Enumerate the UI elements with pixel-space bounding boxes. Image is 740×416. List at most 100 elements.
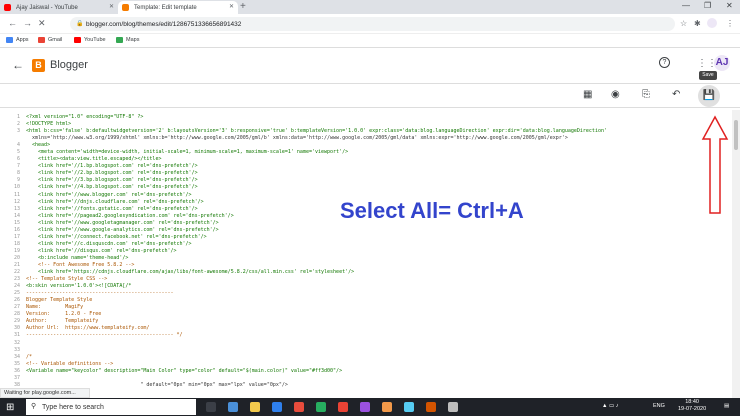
lock-icon: 🔒 xyxy=(76,21,84,27)
app-title: Blogger xyxy=(50,59,88,71)
line-number: 13 xyxy=(13,205,20,212)
code-line: Blogger Template Style xyxy=(26,297,93,304)
code-line: <link href='//disqus.com' rel='dns-prefe… xyxy=(26,247,177,254)
line-number: 4 xyxy=(16,142,20,149)
line-number: 15 xyxy=(13,219,20,226)
new-tab-button[interactable]: + xyxy=(240,1,246,12)
back-icon[interactable]: ← xyxy=(8,18,17,28)
bookmark-label: Apps xyxy=(16,37,29,43)
code-line: /* xyxy=(26,353,33,360)
clock-time: 18:40 xyxy=(685,399,699,405)
gmail-icon xyxy=(38,37,45,43)
maximize-icon[interactable]: ❐ xyxy=(704,1,711,10)
menu-dots-icon[interactable]: ⋮ xyxy=(726,19,734,28)
line-number: 21 xyxy=(13,261,20,268)
store-icon[interactable] xyxy=(272,402,282,412)
code-line: Version: 1.2.0 - Free xyxy=(26,311,102,318)
blogger-header: ← B Blogger ? ⋮⋮ AJ xyxy=(0,48,740,84)
blogger-logo: B xyxy=(32,59,45,72)
blogger-icon xyxy=(122,4,129,11)
taskbar-app-icon[interactable] xyxy=(228,402,238,412)
line-number: 32 xyxy=(13,339,20,346)
clock[interactable]: 18:40 19-07-2020 xyxy=(678,399,706,413)
close-window-icon[interactable]: ✕ xyxy=(726,1,733,10)
bookmark-youtube[interactable]: YouTube xyxy=(74,37,106,43)
taskbar-app-icon[interactable] xyxy=(404,402,414,412)
star-icon[interactable]: ☆ xyxy=(680,19,687,28)
code-content[interactable]: <?xml version="1.0" encoding="UTF-8" ?> <… xyxy=(26,114,732,389)
line-number: 12 xyxy=(13,198,20,205)
windows-start-icon[interactable]: ⊞ xyxy=(6,402,14,413)
maps-icon xyxy=(116,37,123,43)
line-number: 37 xyxy=(13,374,20,381)
widgets-icon[interactable]: ▦ xyxy=(583,89,592,100)
minimize-icon[interactable]: — xyxy=(682,1,690,10)
code-line: <link href='//c.disquscdn.com' rel='dns-… xyxy=(26,240,192,247)
profile-icon[interactable] xyxy=(707,18,717,28)
taskbar-app-icon[interactable] xyxy=(426,402,436,412)
close-icon[interactable]: ✕ xyxy=(109,3,114,10)
save-button[interactable]: 💾 xyxy=(698,85,720,107)
line-number: 2 xyxy=(16,121,20,128)
help-icon[interactable]: ? xyxy=(659,57,670,68)
line-number: 28 xyxy=(13,311,20,318)
taskbar-app-icon[interactable] xyxy=(360,402,370,412)
stop-icon[interactable]: ✕ xyxy=(38,18,46,29)
preview-eye-icon[interactable]: ◉ xyxy=(611,89,620,100)
code-line: <b:skin version='1.0.0'><![CDATA[/* xyxy=(26,283,132,290)
forward-icon[interactable]: → xyxy=(23,18,32,28)
line-number: 19 xyxy=(13,247,20,254)
taskbar-app-icon[interactable] xyxy=(316,402,326,412)
tab-youtube[interactable]: Ajay Jaiswal - YouTube ✕ xyxy=(0,1,118,14)
code-line: ----------------------------------------… xyxy=(26,290,174,297)
taskbar-app-icon[interactable] xyxy=(294,402,304,412)
youtube-icon xyxy=(4,4,11,11)
chrome-icon[interactable] xyxy=(338,402,348,412)
taskbar-search[interactable]: ⚲ Type here to search xyxy=(26,399,196,415)
code-line: <b:include name='theme-head'/> xyxy=(26,254,129,261)
code-editor[interactable]: 1 2 3 4 5 6 7 8 9 10 11 12 13 14 15 16 17 18 19 20 21 22 23 24 2… xyxy=(0,110,740,398)
tab-template[interactable]: Template: Edit template ✕ xyxy=(118,1,238,14)
line-number: 7 xyxy=(16,163,20,170)
bookmark-maps[interactable]: Maps xyxy=(116,37,139,43)
line-number: 25 xyxy=(13,290,20,297)
editor-scrollbar[interactable] xyxy=(732,110,740,398)
code-line: <!-- Variable definitions --> xyxy=(26,360,114,367)
code-line: <link href='//www.google-analytics.com' … xyxy=(26,226,219,233)
scroll-thumb[interactable] xyxy=(734,120,738,150)
apps-icon xyxy=(6,37,13,43)
line-number: 29 xyxy=(13,318,20,325)
bookmark-gmail[interactable]: Gmail xyxy=(38,37,62,43)
bookmark-label: YouTube xyxy=(84,37,106,43)
notifications-icon[interactable]: ▤ xyxy=(724,403,729,409)
language-indicator[interactable]: ENG xyxy=(653,403,665,409)
close-icon[interactable]: ✕ xyxy=(229,3,234,10)
taskbar-app-icon[interactable] xyxy=(382,402,392,412)
bookmark-apps[interactable]: Apps xyxy=(6,37,29,43)
line-number: 3 xyxy=(16,128,20,135)
address-bar: ← → ✕ 🔒 blogger.com/blog/themes/edit/128… xyxy=(0,14,740,34)
code-line: <link href='//1.bp.blogspot.com' rel='dn… xyxy=(26,163,198,170)
windows-taskbar: ⊞ ⚲ Type here to search ▲ ▭ ♪ ENG 18:40 … xyxy=(0,398,740,416)
revert-icon[interactable]: ⎘ xyxy=(642,89,650,100)
taskbar-app-icon[interactable] xyxy=(448,402,458,412)
back-arrow-icon[interactable]: ← xyxy=(12,58,24,72)
line-number: 6 xyxy=(16,156,20,163)
undo-icon[interactable]: ↶ xyxy=(672,89,680,100)
tray-icons[interactable]: ▲ ▭ ♪ xyxy=(602,403,618,409)
task-view-icon[interactable] xyxy=(206,402,216,412)
line-number: 30 xyxy=(13,325,20,332)
avatar[interactable]: AJ xyxy=(714,55,730,71)
code-line: <head> xyxy=(26,142,51,149)
line-number: 35 xyxy=(13,360,20,367)
line-number: 36 xyxy=(13,367,20,374)
bookmarks-bar: Apps Gmail YouTube Maps xyxy=(0,34,740,48)
tab-strip: Ajay Jaiswal - YouTube ✕ Template: Edit … xyxy=(0,0,740,14)
extensions-icon[interactable]: ✱ xyxy=(694,19,701,28)
file-explorer-icon[interactable] xyxy=(250,402,260,412)
code-line: <html b:css='false' b:defaultwidgetversi… xyxy=(26,128,607,135)
url-field[interactable]: 🔒 blogger.com/blog/themes/edit/128675133… xyxy=(70,17,675,31)
code-line: <title><data:view.title.escaped/></title… xyxy=(26,156,162,163)
